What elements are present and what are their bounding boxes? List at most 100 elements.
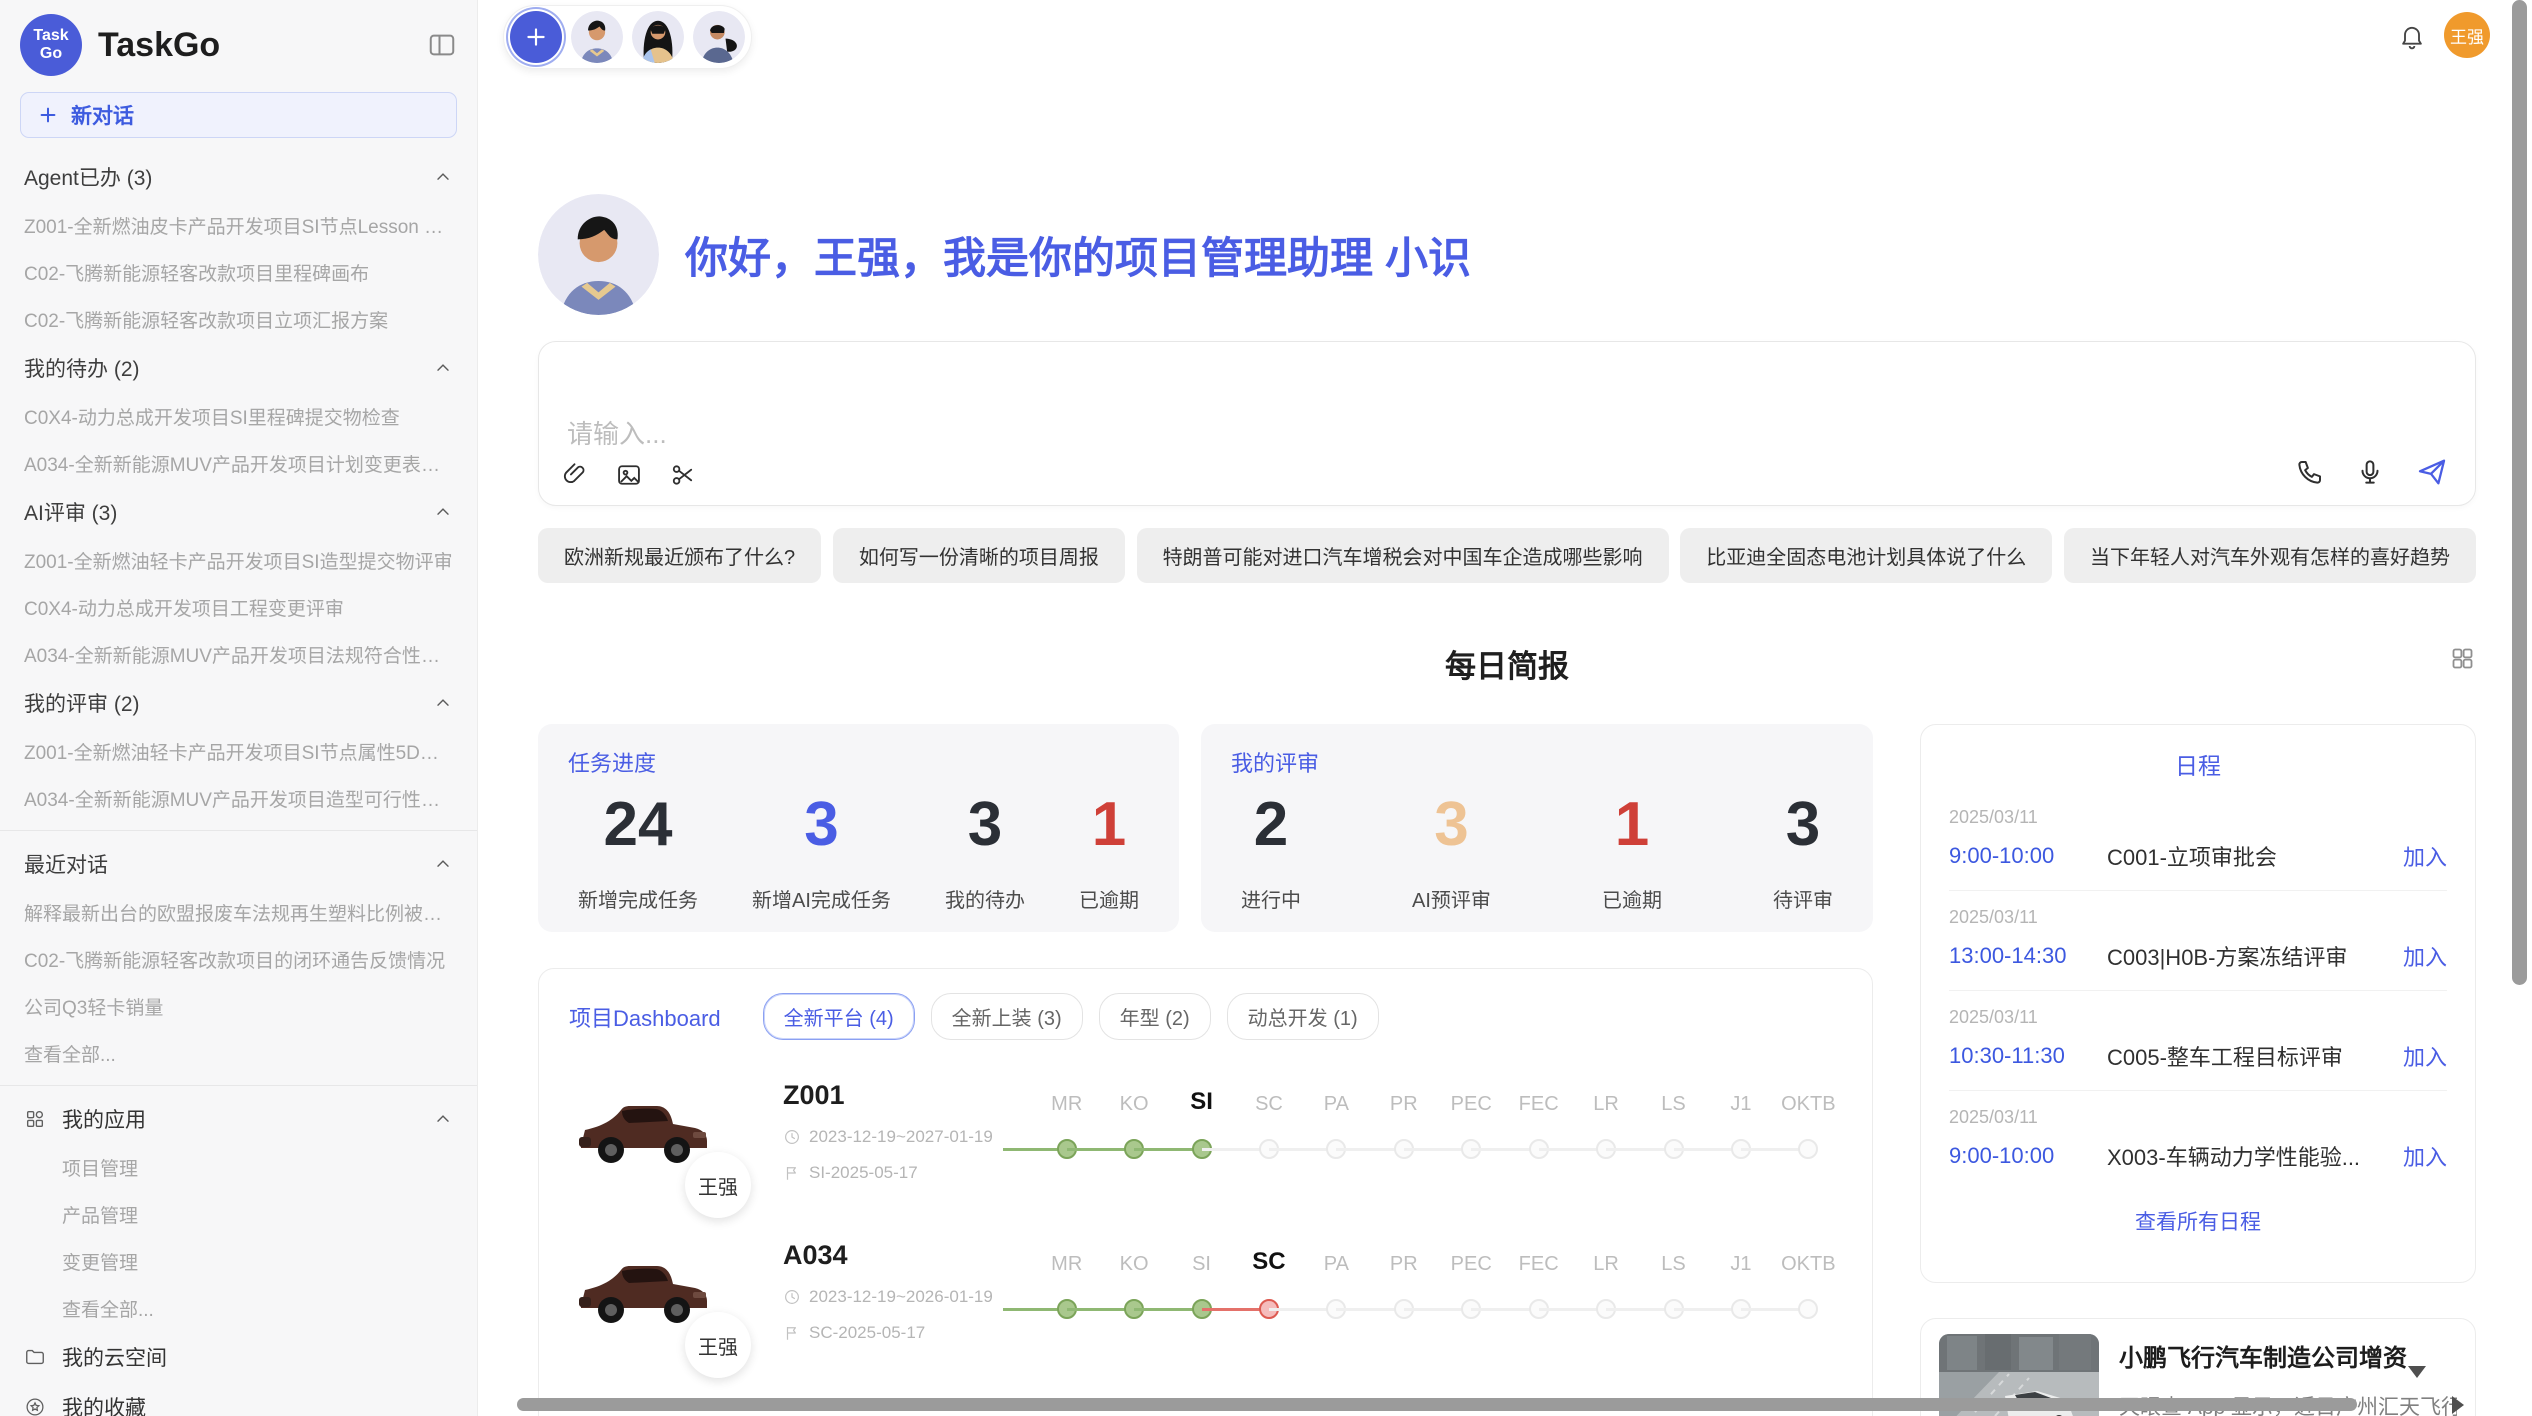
milestone-label: FEC xyxy=(1519,1244,1559,1276)
sidebar-item[interactable]: C0X4-动力总成开发项目工程变更评审 xyxy=(0,584,477,631)
dashboard-tab[interactable]: 全新平台 (4) xyxy=(763,993,915,1040)
chevron-up-icon[interactable] xyxy=(433,358,453,378)
notification-bell-icon[interactable] xyxy=(2398,22,2426,50)
stat: 3我的待办 xyxy=(945,788,1025,913)
daily-brief-title: 每日简报 xyxy=(1445,649,1569,684)
dashboard-tab[interactable]: 年型 (2) xyxy=(1099,993,1211,1040)
recent-chat-item[interactable]: 公司Q3轻卡销量 xyxy=(0,983,477,1030)
milestone-dot-row xyxy=(1775,1298,1842,1322)
suggestion-chip[interactable]: 特朗普可能对进口汽车增税会对中国车企造成哪些影响 xyxy=(1137,528,1669,583)
scroll-right-arrow[interactable] xyxy=(2452,1396,2464,1414)
app-link[interactable]: 查看全部... xyxy=(0,1285,477,1332)
milestone-dot[interactable] xyxy=(1798,1139,1818,1159)
join-link[interactable]: 加入 xyxy=(2403,1140,2447,1172)
app-link[interactable]: 变更管理 xyxy=(0,1238,477,1285)
sidebar-item[interactable]: Z001-全新燃油皮卡产品开发项目SI节点Lesson Learn报告 xyxy=(0,202,477,249)
stat-card-title: 任务进度 xyxy=(568,746,1149,778)
chevron-up-icon[interactable] xyxy=(433,502,453,522)
event-time: 9:00-10:00 xyxy=(1949,843,2107,869)
sidebar-item[interactable]: A034-全新新能源MUV产品开发项目计划变更表编写 xyxy=(0,440,477,487)
dashboard-header: 项目Dashboard 全新平台 (4)全新上装 (3)年型 (2)动总开发 (… xyxy=(569,993,1842,1040)
project-code[interactable]: A034 xyxy=(783,1240,1023,1271)
sidebar-recent-header[interactable]: 最近对话 xyxy=(0,839,477,889)
stat-value: 24 xyxy=(578,788,698,862)
sidebar-item[interactable]: C02-飞腾新能源轻客改款项目里程碑画布 xyxy=(0,249,477,296)
microphone-icon[interactable] xyxy=(2355,457,2385,487)
schedule-event: 2025/03/1113:00-14:30C003|H0B-方案冻结评审加入 xyxy=(1949,891,2447,991)
dashboard-tab[interactable]: 动总开发 (1) xyxy=(1227,993,1379,1040)
project-code[interactable]: Z001 xyxy=(783,1080,1023,1111)
sidebar-collapse-icon[interactable] xyxy=(427,30,457,60)
milestone-label: PR xyxy=(1390,1244,1418,1276)
greeting-text: 你好，王强，我是你的项目管理助理 小识 xyxy=(685,224,1471,286)
scroll-down-arrow[interactable] xyxy=(2408,1366,2426,1378)
assistant-avatar-pill xyxy=(503,5,752,69)
attachment-icon[interactable] xyxy=(561,461,589,489)
milestone-label: LR xyxy=(1593,1244,1619,1276)
suggestion-chip[interactable]: 欧洲新规最近颁布了什么? xyxy=(538,528,821,583)
vertical-scrollbar-thumb[interactable] xyxy=(2512,0,2527,985)
join-link[interactable]: 加入 xyxy=(2403,840,2447,872)
sidebar-item[interactable]: Z001-全新燃油轻卡产品开发项目SI节点属性5D文件评审 xyxy=(0,728,477,775)
stat-card-title: 我的评审 xyxy=(1231,746,1843,778)
chevron-up-icon[interactable] xyxy=(433,1109,453,1129)
chevron-up-icon[interactable] xyxy=(433,854,453,874)
assistant-avatar-2[interactable] xyxy=(632,11,684,63)
horizontal-scrollbar-thumb[interactable] xyxy=(517,1398,2357,1411)
sidebar-item[interactable]: C02-飞腾新能源轻客改款项目立项汇报方案 xyxy=(0,296,477,343)
sidebar-item-my-apps[interactable]: 我的应用 xyxy=(0,1094,477,1144)
user-avatar[interactable]: 王强 xyxy=(2444,12,2490,58)
sidebar-section-0-header[interactable]: Agent已办 (3) xyxy=(0,152,477,202)
chevron-up-icon[interactable] xyxy=(433,693,453,713)
project-dates: 2023-12-19~2027-01-19 xyxy=(783,1127,1023,1147)
chat-input[interactable] xyxy=(539,342,2475,452)
stat: 3新增AI完成任务 xyxy=(752,788,891,913)
sidebar-item[interactable]: A034-全新新能源MUV产品开发项目法规符合性评审 xyxy=(0,631,477,678)
flag-icon xyxy=(783,1164,801,1182)
layout-grid-icon[interactable] xyxy=(2449,645,2476,672)
app-link[interactable]: 项目管理 xyxy=(0,1144,477,1191)
stat-label: 已逾期 xyxy=(1079,884,1139,913)
dashboard-tab[interactable]: 全新上装 (3) xyxy=(931,993,1083,1040)
chevron-up-icon[interactable] xyxy=(433,167,453,187)
assistant-avatar-3[interactable] xyxy=(693,11,745,63)
sidebar-item[interactable]: Z001-全新燃油轻卡产品开发项目SI造型提交物评审 xyxy=(0,537,477,584)
new-chat-button[interactable]: 新对话 xyxy=(20,92,457,138)
join-link[interactable]: 加入 xyxy=(2403,1040,2447,1072)
milestone-label: PR xyxy=(1390,1084,1418,1116)
suggestion-chip[interactable]: 比亚迪全固态电池计划具体说了什么 xyxy=(1680,528,2052,583)
recent-chat-item[interactable]: C02-飞腾新能源轻客改款项目的闭环通告反馈情况 xyxy=(0,936,477,983)
suggestion-chip[interactable]: 当下年轻人对汽车外观有怎样的喜好趋势 xyxy=(2064,528,2476,583)
view-all-schedule-link[interactable]: 查看所有日程 xyxy=(1949,1206,2447,1236)
sidebar-section-1-header[interactable]: 我的待办 (2) xyxy=(0,343,477,393)
milestone-dot[interactable] xyxy=(1798,1299,1818,1319)
sidebar-item-cloud-space[interactable]: 我的云空间 xyxy=(0,1332,477,1382)
app-link[interactable]: 产品管理 xyxy=(0,1191,477,1238)
milestone-label: SI xyxy=(1190,1084,1213,1116)
recent-chat-item[interactable]: 解释最新出台的欧盟报废车法规再生塑料比例被调至15%... xyxy=(0,889,477,936)
screenshot-scissors-icon[interactable] xyxy=(669,461,697,489)
stat: 1 已逾期 xyxy=(1079,788,1139,913)
project-dates-text: 2023-12-19~2026-01-19 xyxy=(809,1287,993,1307)
sidebar-section-2-header[interactable]: AI评审 (3) xyxy=(0,487,477,537)
assistant-avatar-1[interactable] xyxy=(571,11,623,63)
image-upload-icon[interactable] xyxy=(615,461,643,489)
milestone-label: MR xyxy=(1051,1244,1082,1276)
suggestion-chip[interactable]: 如何写一份清晰的项目周报 xyxy=(833,528,1125,583)
sidebar: Task Go TaskGo 新对话 Agent已办 (3)Z001-全新燃油皮… xyxy=(0,0,478,1416)
project-info: Z0012023-12-19~2027-01-19SI-2025-05-17 xyxy=(783,1080,1023,1183)
stat-value: 1 xyxy=(1079,788,1139,862)
schedule-event: 2025/03/1110:30-11:30C005-整车工程目标评审加入 xyxy=(1949,991,2447,1091)
sidebar-item[interactable]: C0X4-动力总成开发项目SI里程碑提交物检查 xyxy=(0,393,477,440)
voice-call-icon[interactable] xyxy=(2295,457,2325,487)
project-dashboard-card: 项目Dashboard 全新平台 (4)全新上装 (3)年型 (2)动总开发 (… xyxy=(538,968,1873,1416)
sidebar-section-0-title: Agent已办 (3) xyxy=(24,162,433,192)
recent-chat-item[interactable]: 查看全部... xyxy=(0,1030,477,1077)
sidebar-item-favorites[interactable]: 我的收藏 xyxy=(0,1382,477,1416)
add-assistant-button[interactable] xyxy=(510,11,562,63)
sidebar-section-3-header[interactable]: 我的评审 (2) xyxy=(0,678,477,728)
send-icon[interactable] xyxy=(2415,455,2449,489)
join-link[interactable]: 加入 xyxy=(2403,940,2447,972)
event-date: 2025/03/11 xyxy=(1949,807,2447,828)
sidebar-item[interactable]: A034-全新新能源MUV产品开发项目造型可行性评审 xyxy=(0,775,477,822)
